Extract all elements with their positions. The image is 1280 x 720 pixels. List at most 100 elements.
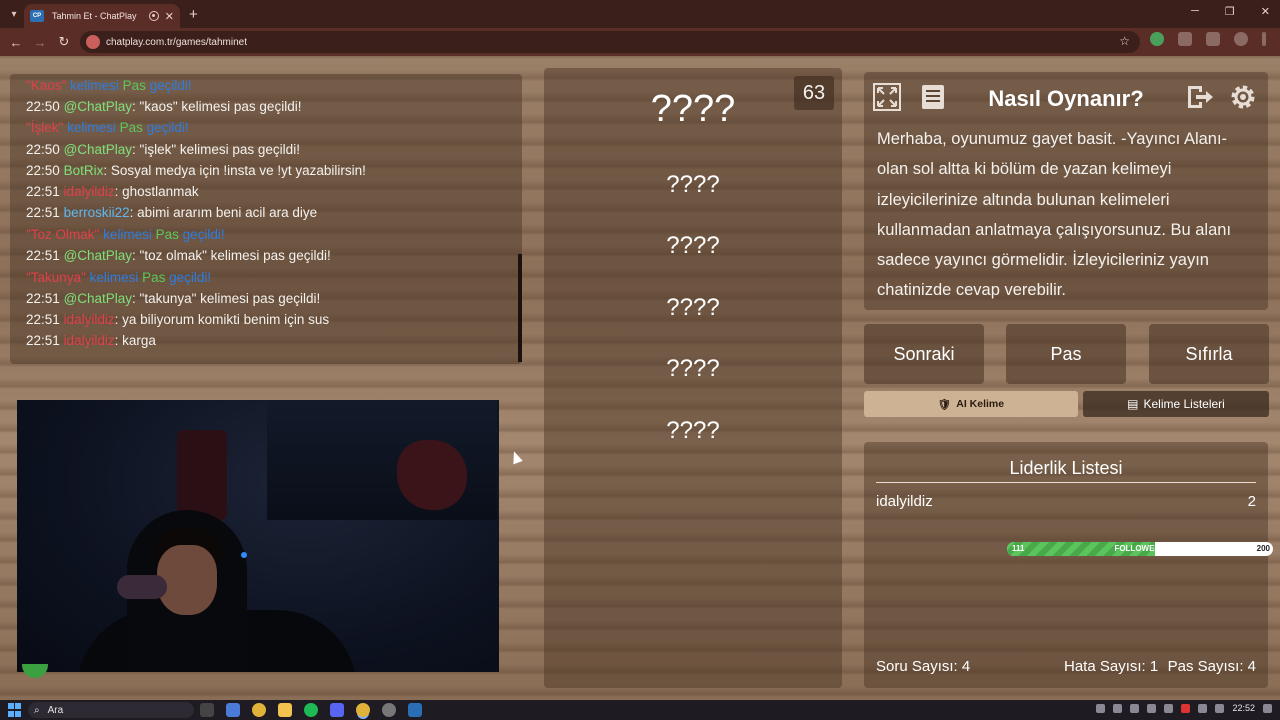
chat-word: "İşlek" xyxy=(26,120,64,135)
main-word: ???? xyxy=(650,88,736,130)
system-tray: 22:52 xyxy=(1096,703,1272,713)
chat-message: "İşlek" kelimesi Pas geçildi! xyxy=(26,120,189,135)
webcam-headset-light xyxy=(241,552,247,558)
browser-toolbar: ← → ↻ chatplay.com.tr/games/tahminet ☆ xyxy=(0,28,1280,56)
chat-pass-label: Pas xyxy=(142,270,166,285)
chat-pass-label: Pas xyxy=(119,120,143,135)
chat-message: "Takunya" kelimesi Pas geçildi! xyxy=(26,270,211,285)
tab-close-icon[interactable]: ✕ xyxy=(165,10,174,23)
wifi-icon[interactable] xyxy=(1198,703,1208,713)
followers-label: FOLLOWERS xyxy=(1114,544,1166,553)
chat-system-text: geçildi! xyxy=(142,120,189,135)
chat-time: 22:51 xyxy=(26,248,60,263)
chat-scrollbar[interactable] xyxy=(518,254,522,362)
chat-username[interactable]: @ChatPlay xyxy=(64,291,132,306)
chat-message: 22:51 @ChatPlay: "takunya" kelimesi pas … xyxy=(26,291,320,306)
chat-username[interactable]: BotRix xyxy=(64,163,104,178)
chat-system-text: geçildi! xyxy=(165,270,212,285)
chat-text: : abimi ararım beni acil ara diye xyxy=(129,205,318,220)
chat-username[interactable]: @ChatPlay xyxy=(64,99,132,114)
extensions-puzzle-icon[interactable] xyxy=(1178,32,1192,46)
reset-button[interactable]: Sıfırla xyxy=(1149,324,1269,384)
forbidden-word: ???? xyxy=(666,171,720,198)
address-bar[interactable]: chatplay.com.tr/games/tahminet ☆ xyxy=(80,31,1140,53)
leaderboard-score: 2 xyxy=(1247,493,1256,510)
chat-username[interactable]: @ChatPlay xyxy=(64,248,132,263)
chat-time: 22:51 xyxy=(26,184,60,199)
mouse-cursor xyxy=(509,449,523,465)
chat-text: : karga xyxy=(114,333,156,348)
restore-icon[interactable]: ❐ xyxy=(1225,5,1235,18)
webcam-person-face xyxy=(157,545,217,615)
window-close-icon[interactable]: ✕ xyxy=(1261,5,1270,18)
address-url: chatplay.com.tr/games/tahminet xyxy=(106,36,247,48)
media-control-icon[interactable] xyxy=(1206,32,1220,46)
back-arrow-icon[interactable]: ← xyxy=(4,35,28,50)
chat-username[interactable]: idalyildiz xyxy=(64,184,115,199)
chat-text: : ya biliyorum komikti benim için sus xyxy=(114,312,330,327)
chat-system-text: kelimesi xyxy=(99,227,156,242)
tray-icon[interactable] xyxy=(1147,703,1157,713)
task-view-icon[interactable] xyxy=(200,703,214,717)
chat-message: 22:51 @ChatPlay: "toz olmak" kelimesi pa… xyxy=(26,248,331,263)
chat-username[interactable]: idalyildiz xyxy=(64,312,115,327)
next-button[interactable]: Sonraki xyxy=(864,324,984,384)
settings-gear-icon[interactable] xyxy=(1226,80,1260,114)
volume-icon[interactable] xyxy=(1215,703,1225,713)
forbidden-word: ???? xyxy=(666,232,720,259)
tray-icon[interactable] xyxy=(1181,703,1191,713)
question-count: Soru Sayısı: 4 xyxy=(876,658,971,675)
file-explorer-icon[interactable] xyxy=(278,703,292,717)
chrome-icon[interactable] xyxy=(252,703,266,717)
chat-system-text: kelimesi xyxy=(85,270,143,285)
chat-username[interactable]: berroskii22 xyxy=(64,205,130,220)
tab-search-button[interactable]: ▾ xyxy=(4,4,24,24)
chat-system-text: kelimesi xyxy=(63,120,120,135)
chat-username[interactable]: @ChatPlay xyxy=(64,142,132,157)
profile-avatar-icon[interactable] xyxy=(1234,32,1248,46)
browser-menu-icon[interactable] xyxy=(1262,32,1266,46)
steam-icon[interactable] xyxy=(408,703,422,717)
pass-button[interactable]: Pas xyxy=(1006,324,1126,384)
bookmark-star-icon[interactable]: ☆ xyxy=(1119,34,1130,48)
taskbar: ⌕ Ara 22:52 xyxy=(0,700,1280,720)
new-tab-icon[interactable]: + xyxy=(189,6,198,23)
discord-icon[interactable] xyxy=(330,703,344,717)
minimize-icon[interactable]: ─ xyxy=(1191,5,1199,18)
spotify-icon[interactable] xyxy=(304,703,318,717)
words-panel: 63 ???? ???? ???? ???? ???? ???? xyxy=(544,68,842,688)
webcam-microphone xyxy=(117,575,167,599)
tray-icon[interactable] xyxy=(1096,703,1106,713)
tray-icon[interactable] xyxy=(1164,703,1174,713)
chat-text: : "kaos" kelimesi pas geçildi! xyxy=(132,99,302,114)
window-controls: ─ ❐ ✕ xyxy=(1191,5,1270,18)
extension-shield-icon[interactable] xyxy=(1150,32,1164,46)
windows-start-icon[interactable] xyxy=(8,703,22,717)
reload-icon[interactable]: ↻ xyxy=(52,34,76,50)
chrome-active-icon[interactable] xyxy=(356,703,370,717)
chat-message: "Kaos" kelimesi Pas geçildi! xyxy=(26,78,192,93)
app-icon[interactable] xyxy=(226,703,240,717)
extension-icons xyxy=(1150,32,1266,46)
tray-icon[interactable] xyxy=(1130,703,1140,713)
chat-message: 22:50 BotRix: Sosyal medya için !insta v… xyxy=(26,163,366,178)
obs-icon[interactable] xyxy=(382,703,396,717)
chat-text: : Sosyal medya için !insta ve !yt yazabi… xyxy=(103,163,366,178)
tray-icon[interactable] xyxy=(1113,703,1123,713)
chat-username[interactable]: idalyildiz xyxy=(64,333,115,348)
chat-system-text: geçildi! xyxy=(178,227,225,242)
forward-arrow-icon[interactable]: → xyxy=(28,35,52,50)
word-lists-button[interactable]: ▤ Kelime Listeleri xyxy=(1083,391,1269,417)
chat-time: 22:51 xyxy=(26,205,60,220)
chat-pass-label: Pas xyxy=(155,227,179,242)
how-to-play-description: Merhaba, oyunumuz gayet basit. -Yayıncı … xyxy=(877,130,1232,300)
ai-word-button[interactable]: 🛡 AI Kelime xyxy=(864,391,1078,417)
notifications-icon[interactable] xyxy=(1263,703,1272,713)
site-info-icon[interactable] xyxy=(86,35,100,49)
followers-goal: 200 xyxy=(1256,544,1270,553)
chatplay-favicon-icon: CP xyxy=(30,10,44,22)
exit-icon[interactable] xyxy=(1182,80,1216,114)
forbidden-word: ???? xyxy=(666,355,720,382)
taskbar-search[interactable]: ⌕ Ara xyxy=(28,702,194,718)
browser-tab[interactable]: CP Tahmin Et - ChatPlay ✕ xyxy=(24,4,180,28)
